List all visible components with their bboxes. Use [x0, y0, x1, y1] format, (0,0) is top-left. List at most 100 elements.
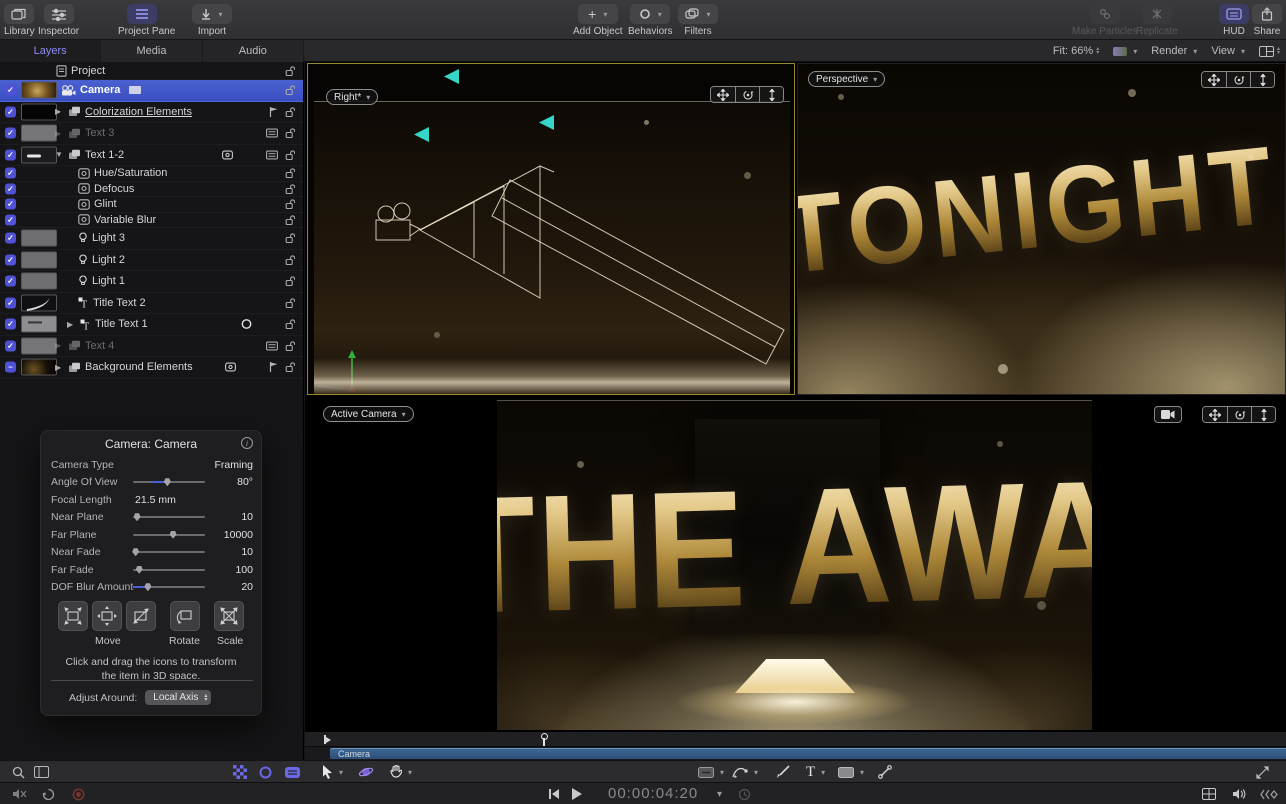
mini-timeline[interactable]: Camera: [305, 732, 1286, 760]
lock-icon[interactable]: [285, 149, 295, 160]
viewport-camera-popup[interactable]: Perspective ▾: [808, 71, 885, 87]
paint-stroke-tool[interactable]: [776, 761, 790, 783]
slider-thumb[interactable]: [134, 513, 141, 521]
fit-zoom-popup[interactable]: Fit: 66% ▴▾: [1053, 45, 1099, 57]
move-z-button[interactable]: [92, 601, 122, 631]
lock-icon[interactable]: [285, 85, 295, 96]
show-filters-toggle[interactable]: [233, 761, 247, 783]
keyframes-button[interactable]: [1260, 783, 1278, 804]
flag-icon[interactable]: [269, 106, 278, 117]
disclosure-triangle[interactable]: ▶: [67, 320, 76, 329]
parameter-slider[interactable]: [133, 474, 205, 492]
play-range-start-marker[interactable]: [324, 735, 331, 744]
parameter-slider[interactable]: [133, 544, 205, 562]
layer-checkbox[interactable]: –: [5, 362, 16, 373]
timecode-popup[interactable]: ▾: [714, 783, 722, 804]
bezier-tool[interactable]: ▾: [732, 761, 758, 783]
lock-icon[interactable]: [285, 106, 295, 117]
go-to-start-button[interactable]: [549, 783, 559, 804]
disclosure-triangle[interactable]: ▶: [55, 107, 64, 116]
dolly-tool-button[interactable]: [1250, 72, 1274, 87]
layer-row-title-text-1[interactable]: ✓▶TTitle Text 1: [0, 314, 303, 336]
parameter-value[interactable]: 20: [205, 581, 253, 593]
shape-tool[interactable]: ▾: [838, 761, 864, 783]
layer-checkbox[interactable]: ✓: [5, 128, 16, 139]
layer-checkbox[interactable]: ✓: [5, 319, 16, 330]
layer-checkbox[interactable]: ✓: [5, 106, 16, 117]
lock-icon[interactable]: [285, 214, 295, 225]
disclosure-triangle[interactable]: ▼: [55, 150, 64, 159]
layer-checkbox[interactable]: ✓: [5, 233, 16, 244]
layer-checkbox[interactable]: ✓: [5, 168, 16, 179]
record-button[interactable]: [72, 783, 85, 804]
filters-button[interactable]: ▾ Filters: [678, 4, 718, 37]
layer-row-light-1[interactable]: ✓Light 1: [0, 271, 303, 293]
rotate-button[interactable]: [170, 601, 200, 631]
layer-row-background-elements[interactable]: –▶Background Elements: [0, 357, 303, 379]
line-tool[interactable]: [878, 761, 892, 783]
share-button[interactable]: Share: [1252, 4, 1282, 37]
parameter-value[interactable]: Framing: [205, 459, 253, 471]
search-button[interactable]: [12, 761, 25, 783]
orbit-tool-button[interactable]: [735, 87, 759, 102]
pan-tool-button[interactable]: [711, 87, 735, 102]
pan-tool-button[interactable]: [1202, 72, 1226, 87]
layer-row-colorization-elements[interactable]: ✓▶Colorization Elements: [0, 102, 303, 124]
project-pane-button[interactable]: Project Pane: [118, 4, 175, 37]
scale-button[interactable]: [214, 601, 244, 631]
slider-thumb[interactable]: [164, 478, 171, 486]
tab-media[interactable]: Media: [101, 40, 202, 62]
transform-3d-tool[interactable]: [358, 761, 374, 783]
timeline-ruler[interactable]: [305, 732, 1286, 747]
parameter-value[interactable]: 80°: [205, 476, 253, 488]
viewport-active-camera[interactable]: THE AWARDS Active Camera ▾: [305, 397, 1286, 732]
camera-track-bar[interactable]: Camera: [330, 748, 1286, 759]
tab-audio[interactable]: Audio: [203, 40, 304, 62]
viewport-camera-popup[interactable]: Right* ▾: [326, 89, 378, 105]
hud-button[interactable]: HUD: [1219, 4, 1249, 37]
lock-icon[interactable]: [285, 254, 295, 265]
timecode-display[interactable]: 00:00:04:20: [608, 785, 698, 802]
parameter-value[interactable]: 10: [205, 511, 253, 523]
slider-thumb[interactable]: [132, 548, 139, 556]
lock-icon[interactable]: [285, 65, 295, 76]
layer-row-camera[interactable]: ✓Camera: [0, 80, 303, 102]
lock-icon[interactable]: [285, 340, 295, 351]
library-button[interactable]: Library: [4, 4, 35, 37]
view-popup[interactable]: View ▾: [1211, 45, 1245, 57]
camera-view-button[interactable]: [1154, 406, 1182, 423]
disclosure-triangle[interactable]: ▶: [55, 341, 64, 350]
hud-panel[interactable]: Camera: Camera i Camera TypeFramingAngle…: [40, 430, 262, 716]
mute-button[interactable]: [12, 783, 27, 804]
layer-row-title-text-2[interactable]: ✓TTitle Text 2: [0, 293, 303, 315]
layer-checkbox[interactable]: ✓: [5, 149, 16, 160]
channels-popup[interactable]: ▾: [1113, 47, 1137, 56]
image-mask-tool[interactable]: ▾: [698, 761, 724, 783]
layer-row-text-3[interactable]: ✓▶Text 3: [0, 123, 303, 145]
adjust-around-popup[interactable]: Local Axis ▴▾: [145, 690, 211, 705]
flag-icon[interactable]: [269, 362, 278, 373]
viewport-camera-popup[interactable]: Active Camera ▾: [323, 406, 414, 422]
viewport-perspective[interactable]: TONIGHT Perspective ▾: [797, 63, 1286, 395]
expand-timeline-button[interactable]: [1256, 761, 1269, 783]
lock-icon[interactable]: [285, 276, 295, 287]
hand-tool[interactable]: ▾: [390, 761, 412, 783]
layer-row-light-2[interactable]: ✓Light 2: [0, 250, 303, 272]
lock-icon[interactable]: [285, 297, 295, 308]
playhead[interactable]: [541, 733, 546, 746]
orbit-tool-button[interactable]: [1226, 72, 1250, 87]
disclosure-triangle[interactable]: ▶: [55, 363, 64, 372]
layer-row-defocus[interactable]: ✓Defocus: [0, 182, 303, 198]
lock-icon[interactable]: [285, 168, 295, 179]
show-behaviors-toggle[interactable]: [259, 761, 272, 783]
audio-button[interactable]: [1232, 783, 1247, 804]
layer-checkbox[interactable]: ✓: [5, 297, 16, 308]
loop-button[interactable]: [42, 783, 55, 804]
viewport-right-view[interactable]: Right* ▾: [307, 63, 795, 395]
parameter-slider[interactable]: [133, 579, 205, 597]
layer-checkbox[interactable]: ✓: [5, 340, 16, 351]
parameter-value[interactable]: 100: [205, 564, 253, 576]
layer-checkbox[interactable]: ✓: [5, 254, 16, 265]
render-popup[interactable]: Render ▾: [1151, 45, 1197, 57]
layer-row-text-4[interactable]: ✓▶Text 4: [0, 336, 303, 358]
